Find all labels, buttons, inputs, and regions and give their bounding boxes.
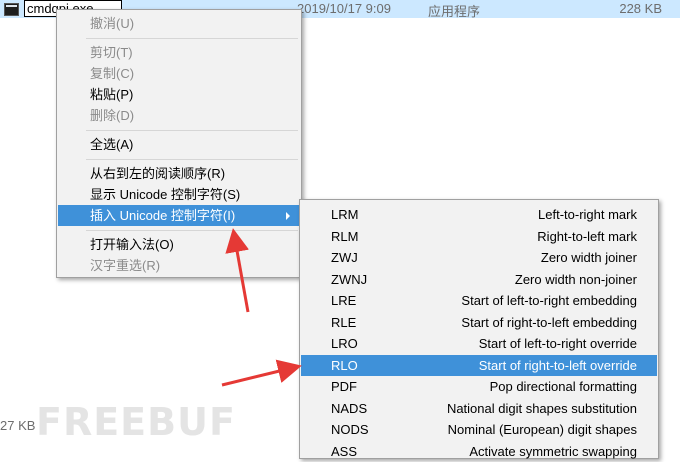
annotation-arrow-up bbox=[225, 228, 250, 313]
annotation-arrow-right bbox=[221, 359, 302, 387]
annotation-arrows bbox=[221, 228, 302, 387]
